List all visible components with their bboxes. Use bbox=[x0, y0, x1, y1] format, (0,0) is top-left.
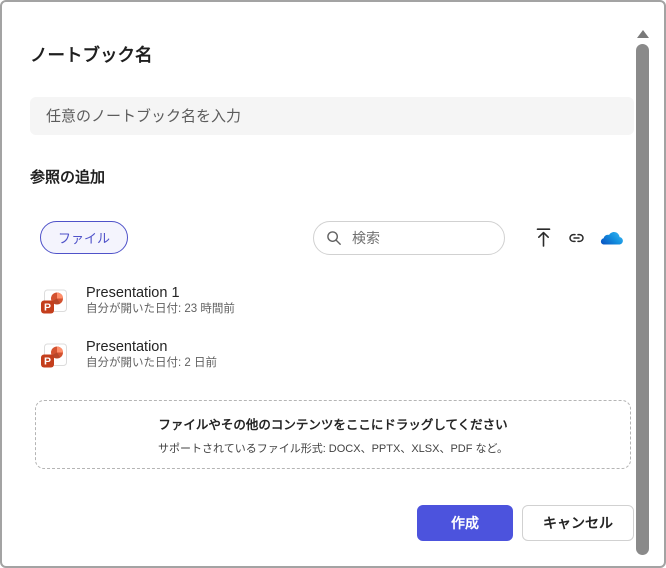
powerpoint-file-icon: P bbox=[40, 287, 69, 316]
scroll-up-arrow-icon[interactable] bbox=[637, 30, 649, 38]
dialog-title: ノートブック名 bbox=[30, 45, 153, 65]
files-filter-label: ファイル bbox=[58, 231, 111, 246]
files-filter-pill[interactable]: ファイル bbox=[40, 221, 129, 254]
scrollbar-thumb[interactable] bbox=[636, 44, 649, 555]
search-icon bbox=[326, 230, 342, 246]
scrollbar[interactable] bbox=[635, 2, 650, 566]
dropzone-supported-formats: サポートされているファイル形式: DOCX、PPTX、XLSX、PDF など。 bbox=[158, 442, 508, 455]
cancel-button[interactable]: キャンセル bbox=[522, 505, 634, 541]
file-name: Presentation bbox=[86, 339, 168, 355]
svg-text:P: P bbox=[44, 301, 51, 313]
references-toolbar: ファイル bbox=[40, 220, 626, 255]
upload-button[interactable] bbox=[532, 225, 555, 250]
search-input[interactable] bbox=[350, 228, 492, 247]
file-name: Presentation 1 bbox=[86, 285, 180, 301]
file-list: P Presentation 1 自分が開いた日付: 23 時間前 P Pres… bbox=[40, 285, 594, 393]
onedrive-button[interactable] bbox=[598, 228, 626, 248]
file-dropzone[interactable]: ファイルやその他のコンテンツをここにドラッグしてください サポートされているファ… bbox=[35, 400, 631, 469]
svg-text:P: P bbox=[44, 355, 51, 367]
dialog-actions: 作成 キャンセル bbox=[417, 505, 634, 541]
link-button[interactable] bbox=[564, 226, 589, 250]
file-texts: Presentation 自分が開いた日付: 2 日前 bbox=[86, 339, 217, 371]
file-texts: Presentation 1 自分が開いた日付: 23 時間前 bbox=[86, 285, 235, 317]
dropzone-title: ファイルやその他のコンテンツをここにドラッグしてください bbox=[158, 417, 508, 432]
file-row-presentation[interactable]: P Presentation 自分が開いた日付: 2 日前 bbox=[40, 339, 594, 371]
powerpoint-file-icon: P bbox=[40, 341, 69, 370]
link-icon bbox=[566, 228, 587, 248]
upload-icon bbox=[534, 227, 553, 248]
create-button[interactable]: 作成 bbox=[417, 505, 513, 541]
file-row-presentation-1[interactable]: P Presentation 1 自分が開いた日付: 23 時間前 bbox=[40, 285, 594, 317]
search-box[interactable] bbox=[313, 220, 505, 255]
file-opened-date: 自分が開いた日付: 23 時間前 bbox=[86, 303, 235, 315]
notebook-name-input[interactable] bbox=[30, 97, 634, 135]
onedrive-cloud-icon bbox=[600, 230, 624, 246]
create-notebook-dialog: ノートブック名 参照の追加 ファイル bbox=[0, 0, 666, 568]
add-references-heading: 参照の追加 bbox=[30, 169, 106, 186]
file-opened-date: 自分が開いた日付: 2 日前 bbox=[86, 357, 217, 369]
toolbar-right-group bbox=[313, 220, 626, 255]
